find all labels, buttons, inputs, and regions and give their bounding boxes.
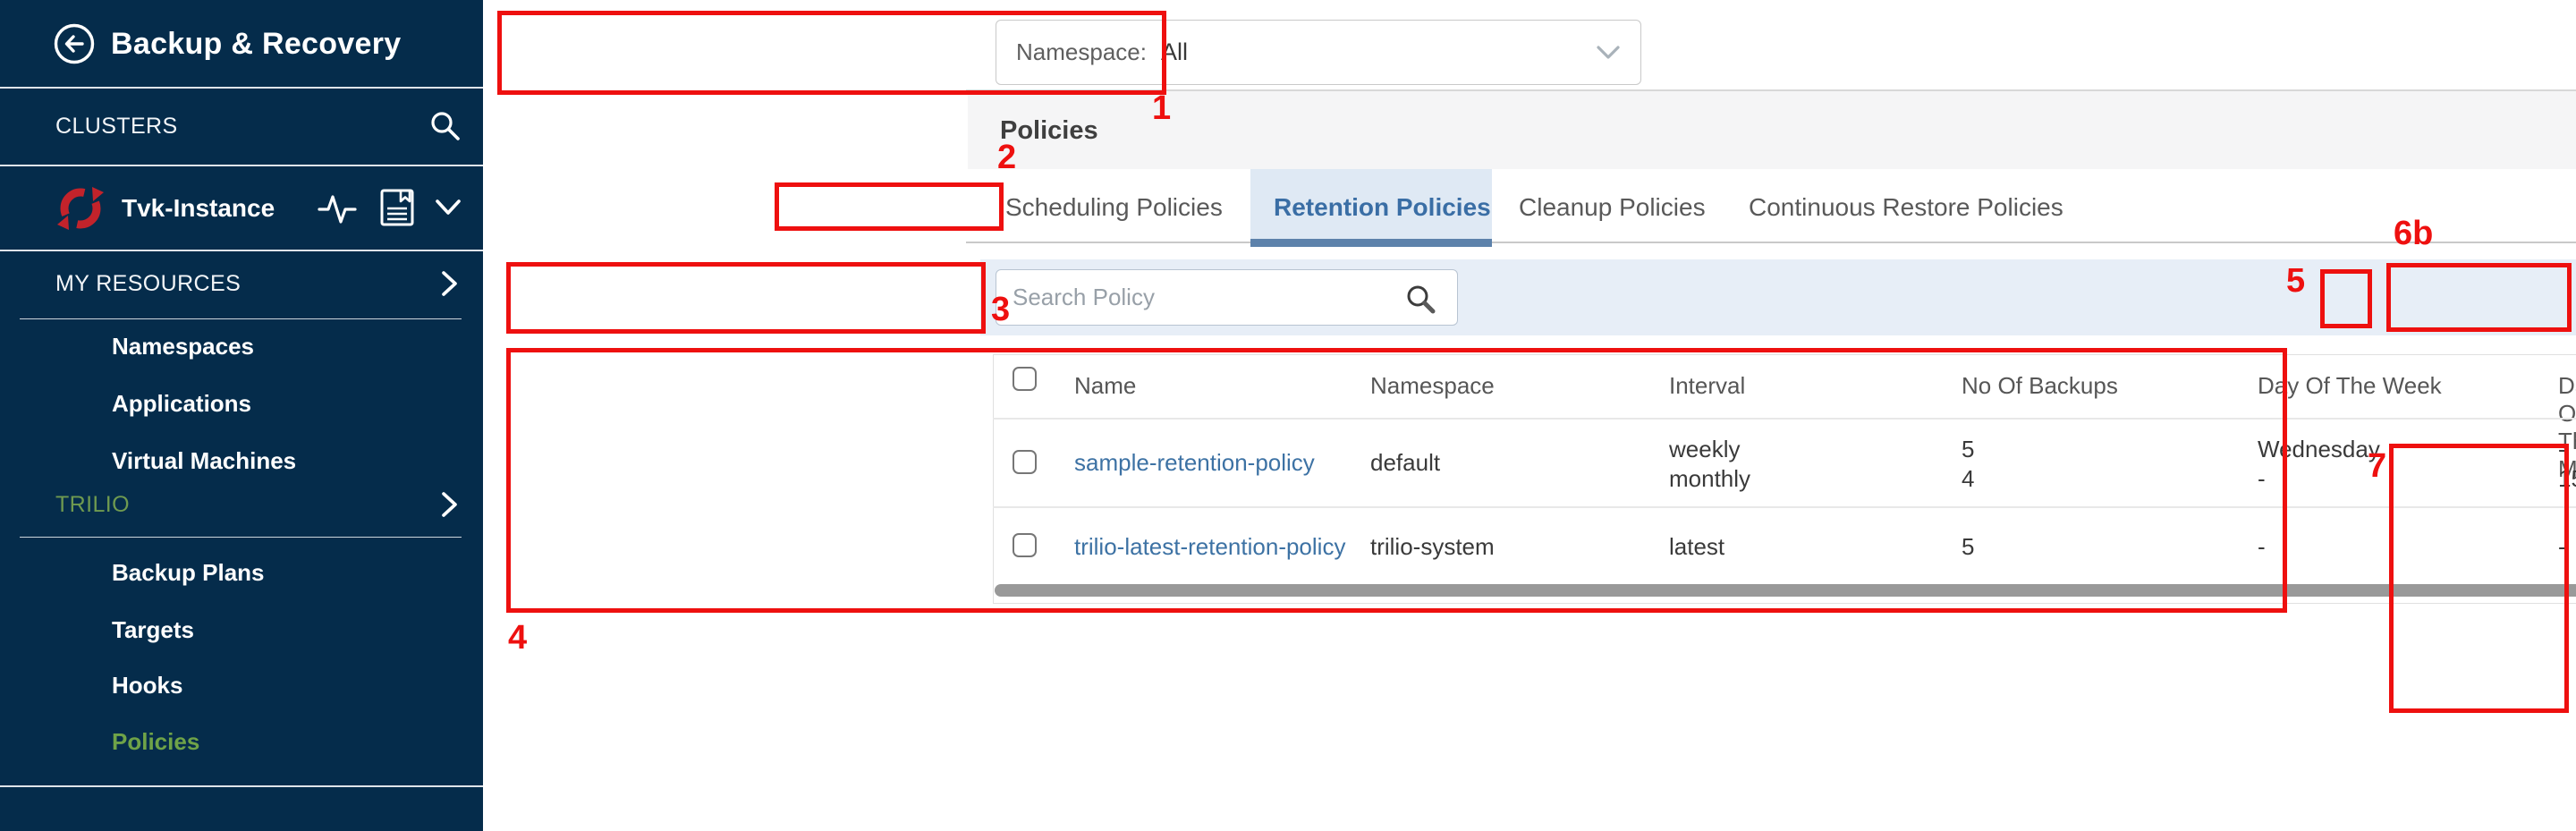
sidebar-item-hooks[interactable]: Hooks	[112, 672, 182, 700]
cell-namespace: default	[1370, 448, 1440, 478]
col-header-name: Name	[1074, 372, 1136, 400]
sidebar-item-applications[interactable]: Applications	[112, 390, 251, 418]
tab-retention-policies[interactable]: Retention Policies	[1274, 193, 1491, 222]
sidebar-section-trilio[interactable]: TRILIO	[55, 492, 130, 518]
policy-name-link[interactable]: sample-retention-policy	[1074, 448, 1315, 478]
app-window: Backup & Recovery CLUSTERS Tvk-Instance	[0, 0, 2576, 831]
divider	[20, 537, 462, 538]
annotation-label-4: 4	[508, 619, 527, 657]
cell-no-of-backups: 54	[1962, 435, 1974, 494]
trilio-logo-icon	[55, 183, 106, 233]
annotation-label-7: 7	[2368, 447, 2386, 486]
cell-day-of-week: -	[2258, 532, 2266, 562]
my-resources-chevron-right-icon[interactable]	[440, 270, 460, 297]
back-button[interactable]	[54, 23, 95, 64]
cluster-search-icon[interactable]	[428, 108, 463, 144]
row-checkbox[interactable]	[1013, 533, 1037, 557]
divider	[0, 785, 483, 787]
page-title-strip	[968, 91, 2576, 169]
divider	[0, 165, 483, 166]
clusters-label: CLUSTERS	[55, 114, 178, 140]
cell-interval: weeklymonthly	[1669, 435, 1750, 494]
annotation-label-5: 5	[2286, 262, 2305, 301]
tab-cleanup-policies[interactable]: Cleanup Policies	[1519, 193, 1706, 222]
sidebar-item-policies[interactable]: Policies	[112, 728, 199, 756]
select-all-checkbox[interactable]	[1013, 367, 1037, 391]
divider	[993, 506, 2576, 508]
cluster-instance-name[interactable]: Tvk-Instance	[122, 194, 275, 223]
sidebar-item-virtual-machines[interactable]: Virtual Machines	[112, 447, 296, 475]
instance-chevron-down-icon[interactable]	[435, 199, 462, 216]
search-icon[interactable]	[1404, 283, 1436, 315]
main-content: Namespace: All Policies Sch	[483, 0, 2576, 831]
trilio-chevron-right-icon[interactable]	[440, 491, 460, 518]
cell-day-of-week: Wednesday-	[2258, 435, 2380, 494]
cell-interval: latest	[1669, 532, 1724, 562]
divider	[0, 250, 483, 251]
tab-scheduling-policies[interactable]: Scheduling Policies	[1005, 193, 1223, 222]
namespace-select[interactable]: Namespace: All	[996, 20, 1641, 85]
horizontal-scrollbar-thumb[interactable]	[995, 584, 2576, 597]
col-header-day-of-week: Day Of The Week	[2258, 372, 2442, 400]
sidebar-item-targets[interactable]: Targets	[112, 616, 194, 644]
col-header-interval: Interval	[1669, 372, 1745, 400]
namespace-label: Namespace:	[1016, 38, 1147, 66]
annotation-label-1: 1	[1152, 89, 1171, 128]
cell-no-of-backups: 5	[1962, 532, 1974, 562]
sidebar-item-namespaces[interactable]: Namespaces	[112, 333, 254, 360]
namespace-chevron-down-icon[interactable]	[1596, 45, 1621, 61]
col-header-no-of-backups: No Of Backups	[1962, 372, 2118, 400]
divider	[966, 242, 2576, 243]
annotation-label-6b: 6b	[2394, 215, 2433, 253]
col-header-namespace: Namespace	[1370, 372, 1495, 400]
app-title: Backup & Recovery	[111, 27, 401, 62]
annotation-label-3: 3	[991, 291, 1010, 329]
cell-namespace: trilio-system	[1370, 532, 1495, 562]
namespace-value: All	[1161, 38, 1188, 66]
divider	[993, 418, 2576, 420]
tab-active-underline	[1250, 239, 1492, 247]
cell-day-of-month: -15	[2558, 435, 2576, 494]
cell-day-of-month: -	[2558, 532, 2566, 562]
divider	[0, 87, 483, 89]
health-pulse-icon[interactable]	[318, 190, 357, 227]
sidebar-section-my-resources[interactable]: MY RESOURCES	[55, 271, 241, 297]
row-checkbox[interactable]	[1013, 450, 1037, 474]
sidebar: Backup & Recovery CLUSTERS Tvk-Instance	[0, 0, 483, 831]
tab-continuous-restore-policies[interactable]: Continuous Restore Policies	[1749, 193, 2063, 222]
policy-search-box	[996, 269, 1458, 326]
sidebar-item-backup-plans[interactable]: Backup Plans	[112, 559, 265, 587]
annotation-label-2: 2	[997, 139, 1016, 177]
policy-search-input[interactable]	[1013, 270, 1388, 325]
divider	[20, 318, 462, 319]
policy-name-link[interactable]: trilio-latest-retention-policy	[1074, 532, 1345, 562]
logs-book-icon[interactable]	[379, 188, 415, 227]
